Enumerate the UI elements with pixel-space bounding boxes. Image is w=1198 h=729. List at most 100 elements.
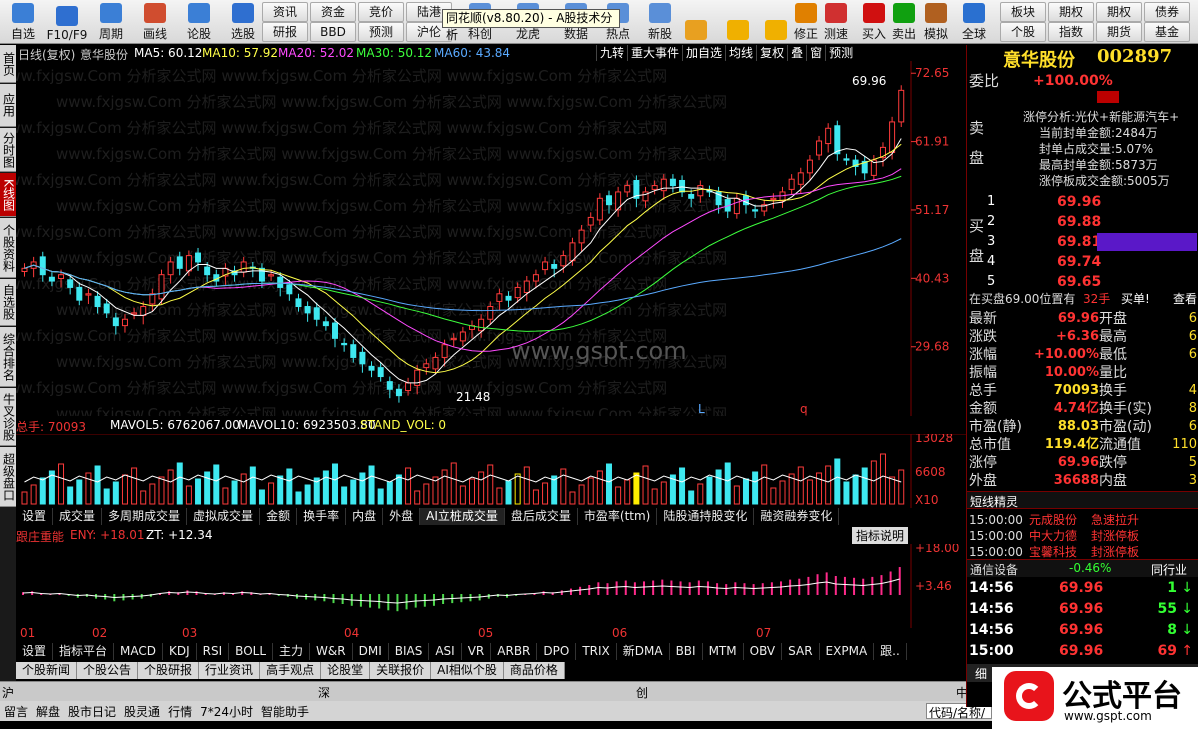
volume-chart[interactable]: 13028 6608 X10 (16, 434, 966, 508)
toolbar-simulate-hammer-button[interactable]: 模拟 (920, 0, 952, 44)
indicator-tab[interactable]: 设置 (16, 643, 54, 660)
left-tab[interactable]: 超级盘口 (0, 447, 16, 507)
buy-note-more-link[interactable]: 查看 (1173, 291, 1197, 308)
chart-header-button[interactable]: 叠 (787, 45, 806, 61)
volume-tab[interactable]: 市盈率(ttm) (577, 508, 658, 525)
toolbar-buy-button[interactable]: 买入 (858, 0, 890, 44)
indicator-tab[interactable]: ASI (429, 643, 462, 660)
indicator-tab[interactable]: BIAS (388, 643, 430, 660)
chart-header-button[interactable]: 均线 (725, 45, 756, 61)
news-tab[interactable]: 商品价格 (503, 662, 565, 679)
kline-chart[interactable]: www.fxjgsw.Com 分析家公式网 www.fxjgsw.Com 分析家… (16, 61, 966, 416)
toolbar-small-button[interactable]: 研报 (262, 22, 308, 42)
toolbar-draw-line-button[interactable]: 画线 (134, 0, 176, 44)
news-tab[interactable]: 高手观点 (260, 662, 322, 679)
toolbar-small-button[interactable]: 资讯 (262, 2, 308, 22)
left-tab[interactable]: 分时图 (0, 128, 16, 172)
toolbar-pick-stock-button[interactable]: 选股 (222, 0, 264, 44)
bottom-bar-item[interactable]: 留言 (0, 701, 32, 721)
bottom-bar-item[interactable]: 股灵通 (120, 701, 164, 721)
indicator-tab[interactable]: OBV (743, 643, 783, 660)
toolbar-small-button[interactable]: 板块 (1000, 2, 1046, 22)
news-tab[interactable]: 关联报价 (370, 662, 432, 679)
left-tab[interactable]: 牛叉诊股 (0, 388, 16, 446)
toolbar-small-button[interactable]: 资金 (310, 2, 356, 22)
toolbar-small-button[interactable]: 竞价 (358, 2, 404, 22)
indicator-tab[interactable]: VR (461, 643, 492, 660)
toolbar-small-button[interactable]: 期权 (1048, 2, 1094, 22)
news-tab[interactable]: AI相似个股 (431, 662, 504, 679)
toolbar-small-button[interactable]: 基金 (1144, 22, 1190, 42)
news-tab[interactable]: 个股新闻 (16, 662, 78, 679)
volume-tab[interactable]: 融资融券变化 (754, 508, 840, 525)
news-tab[interactable]: 论股堂 (321, 662, 371, 679)
chart-header-button[interactable]: 预测 (825, 45, 856, 61)
indicator-tab[interactable]: KDJ (163, 643, 197, 660)
volume-tab[interactable]: 外盘 (383, 508, 421, 525)
bottom-bar-item[interactable]: 行情 (164, 701, 196, 721)
cy-index[interactable]: 创 (636, 684, 648, 701)
news-tab[interactable]: 行业资讯 (199, 662, 261, 679)
volume-tab[interactable]: 成交量 (53, 508, 103, 525)
toolbar-globe-button[interactable]: 全球 (958, 0, 990, 44)
chevron-up-icon[interactable] (1097, 91, 1119, 103)
volume-tab[interactable]: 内盘 (346, 508, 384, 525)
indicator-tab[interactable]: MACD (114, 643, 164, 660)
toolbar-speed-test-button[interactable]: 测速 (820, 0, 852, 44)
volume-tab[interactable]: AI立桩成交量 (420, 508, 505, 525)
chart-header-button[interactable]: 复权 (756, 45, 787, 61)
bottom-bar-item[interactable]: 股市日记 (64, 701, 120, 721)
volume-tab[interactable]: 多周期成交量 (102, 508, 188, 525)
toolbar-small-button[interactable]: 预测 (358, 22, 404, 42)
volume-tab[interactable]: 盘后成交量 (504, 508, 578, 525)
same-industry-button[interactable]: 同行业 (1151, 561, 1187, 578)
indicator-tab[interactable]: RSI (196, 643, 230, 660)
indicator-tab[interactable]: DPO (537, 643, 577, 660)
toolbar-repair-button[interactable]: 修正 (790, 0, 822, 44)
indicator-tab[interactable]: W&R (310, 643, 353, 660)
toolbar-mid-button[interactable]: 新股 (640, 0, 680, 44)
toolbar-small-button[interactable]: 期权 (1096, 2, 1142, 22)
toolbar-period-clock-button[interactable]: 周期 (90, 0, 132, 44)
left-tab[interactable]: 自选股 (0, 279, 16, 326)
toolbar-small-button[interactable]: 指数 (1048, 22, 1094, 42)
left-tab[interactable]: 综合排名 (0, 327, 16, 387)
indicator-tab[interactable]: TRIX (576, 643, 617, 660)
volume-tab[interactable]: 金额 (260, 508, 298, 525)
left-tab[interactable]: 个股资料 (0, 218, 16, 278)
left-tab[interactable]: K线图 (0, 173, 16, 217)
toolbar-self-select-button[interactable]: 自选 (2, 0, 44, 44)
toolbar-sell-button[interactable]: 卖出 (888, 0, 920, 44)
left-tab[interactable]: 首页 (0, 45, 16, 83)
volume-tab[interactable]: 换手率 (297, 508, 347, 525)
volume-tab[interactable]: 虚拟成交量 (187, 508, 261, 525)
volume-tab[interactable]: 设置 (16, 508, 54, 525)
indicator-tab[interactable]: 新DMA (616, 643, 670, 660)
indicator-tab[interactable]: BBI (669, 643, 703, 660)
chart-header-button[interactable]: 加自选 (682, 45, 725, 61)
indicator-chart[interactable]: +18.00 +3.46 (16, 544, 966, 628)
bottom-bar-item[interactable]: 智能助手 (257, 701, 313, 721)
indicator-tab[interactable]: 主力 (273, 643, 311, 660)
toolbar-small-button[interactable]: BBD (310, 22, 356, 42)
toolbar-up-down-arrow-button[interactable] (760, 0, 792, 44)
toolbar-back-arrow-button[interactable] (722, 0, 754, 44)
news-tab[interactable]: 个股研报 (138, 662, 200, 679)
indicator-tab[interactable]: ARBR (491, 643, 538, 660)
toolbar-small-button[interactable]: 期货 (1096, 22, 1142, 42)
indicator-tab[interactable]: MTM (702, 643, 744, 660)
detail-tab[interactable]: 细 (975, 665, 987, 682)
news-tab[interactable]: 个股公告 (77, 662, 139, 679)
chart-header-button[interactable]: 九转 (596, 45, 627, 61)
indicator-tab[interactable]: 跟.. (874, 643, 907, 660)
toolbar-small-button[interactable]: 个股 (1000, 22, 1046, 42)
toolbar-small-button[interactable]: 债券 (1144, 2, 1190, 22)
sh-index[interactable]: 沪 (2, 684, 14, 701)
chart-header-button[interactable]: 重大事件 (627, 45, 682, 61)
left-tab[interactable]: 应用 (0, 84, 16, 127)
indicator-tab[interactable]: BOLL (229, 643, 274, 660)
indicator-explain-button[interactable]: 指标说明 (852, 527, 909, 544)
volume-tab[interactable]: 陆股通持股变化 (657, 508, 755, 525)
indicator-tab[interactable]: DMI (352, 643, 389, 660)
indicator-tab[interactable]: EXPMA (819, 643, 875, 660)
